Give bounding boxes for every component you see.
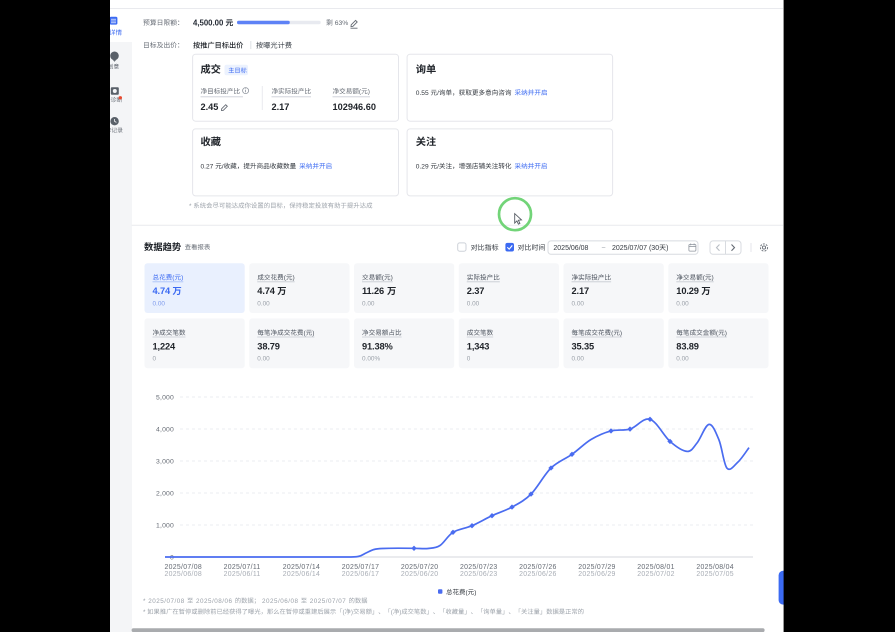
svg-text:0.00: 0.00 [572,300,585,307]
svg-text:91.38%: 91.38% [362,341,394,351]
svg-text:4.74: 4.74 [153,286,171,296]
svg-text:2025/06/08: 2025/06/08 [553,245,588,252]
svg-text:0: 0 [153,356,157,363]
svg-text:2025/07/07 (30: 2025/07/07 (30 [612,245,659,252]
svg-text:2025/07/29: 2025/07/29 [578,564,616,571]
svg-text:1,343: 1,343 [467,341,490,351]
svg-text:2025/06/23: 2025/06/23 [460,571,498,578]
svg-text:102946.60: 102946.60 [333,102,376,112]
svg-text:2,000: 2,000 [156,490,174,497]
svg-text:63%: 63% [335,20,349,27]
svg-text:): ) [399,609,401,616]
svg-text:2.17: 2.17 [572,286,590,296]
svg-text:0.55: 0.55 [416,90,429,97]
svg-text:/: / [222,163,224,170]
svg-text:/: / [437,90,439,97]
svg-text:2025/06/14: 2025/06/14 [283,571,321,578]
svg-text:2025/07/20: 2025/07/20 [401,564,439,571]
svg-text:35.35: 35.35 [572,341,595,351]
svg-text:2025/08/04: 2025/08/04 [696,564,734,571]
svg-text:2025/06/17: 2025/06/17 [342,571,380,578]
svg-text:0: 0 [170,554,174,561]
svg-text:0.00: 0.00 [257,356,270,363]
svg-text:4.74: 4.74 [257,286,275,296]
svg-text:11.26: 11.26 [362,286,384,296]
svg-text:* 2025/07/08: * 2025/07/08 [143,598,185,605]
svg-text:): ) [712,275,714,282]
svg-text:2025/06/20: 2025/06/20 [401,571,439,578]
svg-text:): ) [391,275,393,282]
svg-text:4,000: 4,000 [156,426,174,433]
svg-text:4,500.00: 4,500.00 [193,19,224,28]
svg-text:2025/06/08: 2025/06/08 [262,598,299,605]
svg-text:0.00: 0.00 [467,300,480,307]
svg-text:): ) [620,330,622,337]
svg-text:): ) [181,275,183,282]
svg-text:0.00: 0.00 [362,300,375,307]
svg-text:0.00%: 0.00% [362,356,380,363]
svg-text:2025/06/26: 2025/06/26 [519,571,557,578]
svg-text:~: ~ [602,245,606,252]
svg-text:2.37: 2.37 [467,286,485,296]
svg-text:0.27: 0.27 [201,163,214,170]
svg-text:1,000: 1,000 [156,522,174,529]
svg-text:2025/07/11: 2025/07/11 [224,564,261,571]
svg-text:5,000: 5,000 [156,394,174,401]
svg-text:2025/06/08: 2025/06/08 [165,571,203,578]
svg-text:): ) [666,245,668,252]
svg-text:2025/07/17: 2025/07/17 [342,564,380,571]
svg-text:2025/07/08: 2025/07/08 [165,564,203,571]
svg-text:1,224: 1,224 [153,341,176,351]
svg-text:): ) [293,275,295,282]
svg-text:0.00: 0.00 [572,356,585,363]
svg-text:38.79: 38.79 [257,341,280,351]
svg-text:): ) [725,330,727,337]
svg-text:2025/07/05: 2025/07/05 [696,571,734,578]
svg-text:0.29: 0.29 [416,163,429,170]
svg-text:2025/08/01: 2025/08/01 [637,564,675,571]
svg-text:2025/07/23: 2025/07/23 [460,564,498,571]
svg-text:/: / [437,163,439,170]
svg-text:2025/08/06: 2025/08/06 [196,598,233,605]
svg-text:2025/06/11: 2025/06/11 [224,571,261,578]
svg-text:0.00: 0.00 [676,300,689,307]
svg-text:0: 0 [467,356,471,363]
svg-text:2025/07/07: 2025/07/07 [310,598,347,605]
svg-text:2.45: 2.45 [201,102,219,112]
svg-text:): ) [474,589,476,596]
svg-text:10.29: 10.29 [676,286,699,296]
svg-text:): ) [312,330,314,337]
svg-text:): ) [368,89,370,96]
svg-text:2025/06/29: 2025/06/29 [578,571,616,578]
svg-text:2025/07/02: 2025/07/02 [637,571,675,578]
svg-text:3,000: 3,000 [156,458,174,465]
svg-text:2025/07/14: 2025/07/14 [283,564,321,571]
svg-text:0.00: 0.00 [257,300,270,307]
svg-text:83.89: 83.89 [676,341,699,351]
svg-text:2025/07/26: 2025/07/26 [519,564,557,571]
svg-text:): ) [351,609,353,616]
svg-text:0.00: 0.00 [153,300,166,307]
svg-text:0.00: 0.00 [676,356,689,363]
svg-text:2.17: 2.17 [272,102,290,112]
